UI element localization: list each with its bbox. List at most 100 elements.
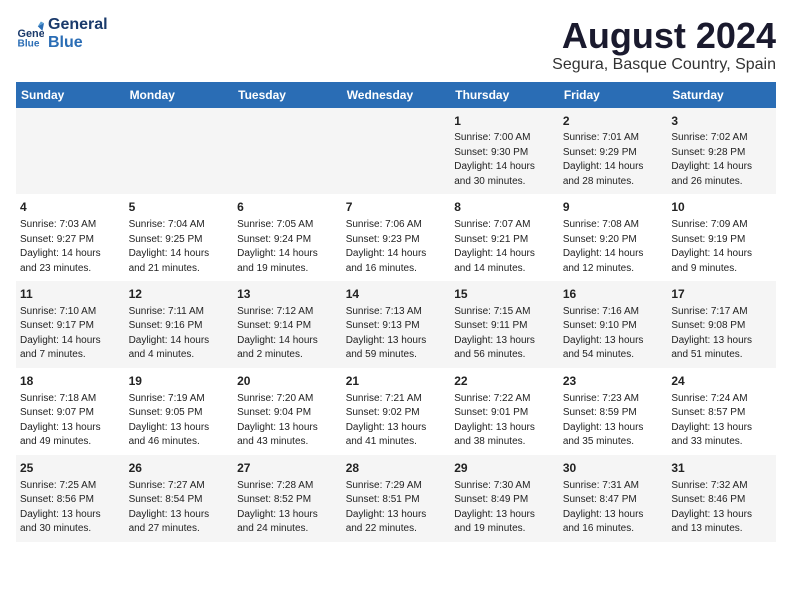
day-number: 30: [563, 460, 664, 477]
day-number: 27: [237, 460, 338, 477]
calendar-table: SundayMondayTuesdayWednesdayThursdayFrid…: [16, 82, 776, 542]
day-number: 9: [563, 199, 664, 216]
day-number: 31: [671, 460, 772, 477]
day-number: 4: [20, 199, 121, 216]
day-info: Sunrise: 7:28 AM Sunset: 8:52 PM Dayligh…: [237, 479, 338, 537]
title-block: August 2024 Segura, Basque Country, Spai…: [552, 16, 776, 74]
calendar-cell: 7 Sunrise: 7:06 AM Sunset: 9:23 PM Daylig…: [342, 194, 451, 281]
day-info: Sunrise: 7:02 AM Sunset: 9:28 PM Dayligh…: [671, 131, 772, 189]
calendar-cell: 30 Sunrise: 7:31 AM Sunset: 8:47 PM Dayli…: [559, 455, 668, 542]
day-number: 6: [237, 199, 338, 216]
logo-blue: Blue: [48, 34, 108, 52]
calendar-cell: 2Sunrise: 7:01 AM Sunset: 9:29 PM Daylig…: [559, 108, 668, 195]
day-info: Sunrise: 7:27 AM Sunset: 8:54 PM Dayligh…: [129, 479, 230, 537]
day-info: Sunrise: 7:32 AM Sunset: 8:46 PM Dayligh…: [671, 479, 772, 537]
day-info: Sunrise: 7:11 AM Sunset: 9:16 PM Dayligh…: [129, 305, 230, 363]
day-number: 7: [346, 199, 447, 216]
calendar-cell: 18Sunrise: 7:18 AM Sunset: 9:07 PM Dayli…: [16, 368, 125, 455]
week-row-1: 1Sunrise: 7:00 AM Sunset: 9:30 PM Daylig…: [16, 108, 776, 195]
week-row-3: 11 Sunrise: 7:10 AM Sunset: 9:17 PM Dayli…: [16, 281, 776, 368]
header-tuesday: Tuesday: [233, 82, 342, 108]
day-info: Sunrise: 7:08 AM Sunset: 9:20 PM Dayligh…: [563, 218, 664, 276]
calendar-cell: 17Sunrise: 7:17 AM Sunset: 9:08 PM Dayli…: [667, 281, 776, 368]
calendar-cell: 25 Sunrise: 7:25 AM Sunset: 8:56 PM Dayli…: [16, 455, 125, 542]
day-info: Sunrise: 7:13 AM Sunset: 9:13 PM Dayligh…: [346, 305, 447, 363]
calendar-cell: 10Sunrise: 7:09 AM Sunset: 9:19 PM Dayli…: [667, 194, 776, 281]
day-number: 1: [454, 113, 555, 130]
calendar-header: SundayMondayTuesdayWednesdayThursdayFrid…: [16, 82, 776, 108]
day-number: 29: [454, 460, 555, 477]
day-number: 19: [129, 373, 230, 390]
calendar-cell: 15 Sunrise: 7:15 AM Sunset: 9:11 PM Dayli…: [450, 281, 559, 368]
calendar-cell: 16 Sunrise: 7:16 AM Sunset: 9:10 PM Dayli…: [559, 281, 668, 368]
calendar-cell: [233, 108, 342, 195]
day-number: 21: [346, 373, 447, 390]
day-number: 17: [671, 286, 772, 303]
calendar-cell: 1Sunrise: 7:00 AM Sunset: 9:30 PM Daylig…: [450, 108, 559, 195]
day-info: Sunrise: 7:01 AM Sunset: 9:29 PM Dayligh…: [563, 131, 664, 189]
logo-icon: General Blue: [16, 20, 44, 48]
day-number: 25: [20, 460, 121, 477]
day-number: 22: [454, 373, 555, 390]
calendar-cell: 19 Sunrise: 7:19 AM Sunset: 9:05 PM Dayli…: [125, 368, 234, 455]
day-number: 11: [20, 286, 121, 303]
day-number: 5: [129, 199, 230, 216]
day-number: 26: [129, 460, 230, 477]
calendar-cell: 27 Sunrise: 7:28 AM Sunset: 8:52 PM Dayli…: [233, 455, 342, 542]
day-number: 3: [671, 113, 772, 130]
header: General Blue General Blue August 2024 Se…: [16, 16, 776, 74]
day-number: 18: [20, 373, 121, 390]
header-row: SundayMondayTuesdayWednesdayThursdayFrid…: [16, 82, 776, 108]
day-info: Sunrise: 7:29 AM Sunset: 8:51 PM Dayligh…: [346, 479, 447, 537]
day-info: Sunrise: 7:30 AM Sunset: 8:49 PM Dayligh…: [454, 479, 555, 537]
day-number: 24: [671, 373, 772, 390]
svg-text:Blue: Blue: [18, 39, 40, 49]
calendar-cell: 28Sunrise: 7:29 AM Sunset: 8:51 PM Dayli…: [342, 455, 451, 542]
day-info: Sunrise: 7:03 AM Sunset: 9:27 PM Dayligh…: [20, 218, 121, 276]
calendar-cell: 26 Sunrise: 7:27 AM Sunset: 8:54 PM Dayli…: [125, 455, 234, 542]
day-number: 16: [563, 286, 664, 303]
day-info: Sunrise: 7:10 AM Sunset: 9:17 PM Dayligh…: [20, 305, 121, 363]
day-info: Sunrise: 7:00 AM Sunset: 9:30 PM Dayligh…: [454, 131, 555, 189]
day-number: 10: [671, 199, 772, 216]
day-number: 13: [237, 286, 338, 303]
week-row-2: 4 Sunrise: 7:03 AM Sunset: 9:27 PM Daylig…: [16, 194, 776, 281]
day-number: 14: [346, 286, 447, 303]
day-info: Sunrise: 7:31 AM Sunset: 8:47 PM Dayligh…: [563, 479, 664, 537]
logo: General Blue General Blue: [16, 16, 108, 53]
day-info: Sunrise: 7:15 AM Sunset: 9:11 PM Dayligh…: [454, 305, 555, 363]
day-info: Sunrise: 7:25 AM Sunset: 8:56 PM Dayligh…: [20, 479, 121, 537]
calendar-cell: 4 Sunrise: 7:03 AM Sunset: 9:27 PM Daylig…: [16, 194, 125, 281]
day-number: 15: [454, 286, 555, 303]
calendar-cell: [125, 108, 234, 195]
day-info: Sunrise: 7:16 AM Sunset: 9:10 PM Dayligh…: [563, 305, 664, 363]
day-number: 12: [129, 286, 230, 303]
week-row-4: 18Sunrise: 7:18 AM Sunset: 9:07 PM Dayli…: [16, 368, 776, 455]
main-title: August 2024: [552, 16, 776, 56]
day-number: 2: [563, 113, 664, 130]
subtitle: Segura, Basque Country, Spain: [552, 56, 776, 74]
calendar-cell: 9 Sunrise: 7:08 AM Sunset: 9:20 PM Daylig…: [559, 194, 668, 281]
calendar-cell: 20Sunrise: 7:20 AM Sunset: 9:04 PM Dayli…: [233, 368, 342, 455]
calendar-cell: 3Sunrise: 7:02 AM Sunset: 9:28 PM Daylig…: [667, 108, 776, 195]
calendar-cell: 13Sunrise: 7:12 AM Sunset: 9:14 PM Dayli…: [233, 281, 342, 368]
calendar-cell: 8Sunrise: 7:07 AM Sunset: 9:21 PM Daylig…: [450, 194, 559, 281]
logo-general: General: [48, 16, 108, 34]
day-info: Sunrise: 7:06 AM Sunset: 9:23 PM Dayligh…: [346, 218, 447, 276]
day-info: Sunrise: 7:20 AM Sunset: 9:04 PM Dayligh…: [237, 392, 338, 450]
calendar-cell: 11 Sunrise: 7:10 AM Sunset: 9:17 PM Dayli…: [16, 281, 125, 368]
header-thursday: Thursday: [450, 82, 559, 108]
day-info: Sunrise: 7:07 AM Sunset: 9:21 PM Dayligh…: [454, 218, 555, 276]
calendar-cell: 22Sunrise: 7:22 AM Sunset: 9:01 PM Dayli…: [450, 368, 559, 455]
day-info: Sunrise: 7:19 AM Sunset: 9:05 PM Dayligh…: [129, 392, 230, 450]
day-info: Sunrise: 7:24 AM Sunset: 8:57 PM Dayligh…: [671, 392, 772, 450]
calendar-cell: [16, 108, 125, 195]
header-wednesday: Wednesday: [342, 82, 451, 108]
calendar-cell: 6Sunrise: 7:05 AM Sunset: 9:24 PM Daylig…: [233, 194, 342, 281]
header-monday: Monday: [125, 82, 234, 108]
day-number: 23: [563, 373, 664, 390]
calendar-cell: 12 Sunrise: 7:11 AM Sunset: 9:16 PM Dayli…: [125, 281, 234, 368]
day-info: Sunrise: 7:04 AM Sunset: 9:25 PM Dayligh…: [129, 218, 230, 276]
calendar-body: 1Sunrise: 7:00 AM Sunset: 9:30 PM Daylig…: [16, 108, 776, 542]
day-info: Sunrise: 7:23 AM Sunset: 8:59 PM Dayligh…: [563, 392, 664, 450]
